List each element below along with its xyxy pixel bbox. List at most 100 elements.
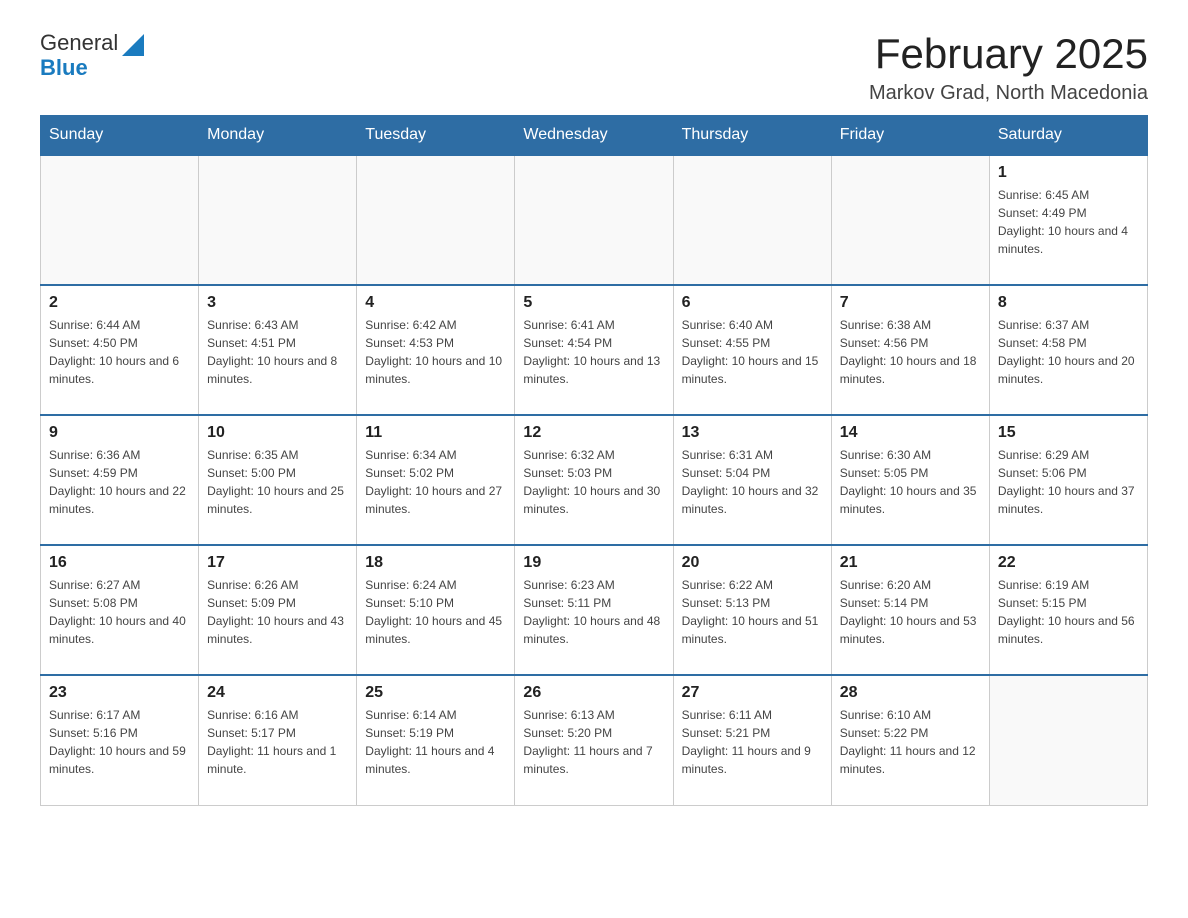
day-number: 7 (840, 294, 981, 312)
day-number: 16 (49, 554, 190, 572)
calendar-cell: 12 Sunrise: 6:32 AM Sunset: 5:03 PM Dayli… (515, 415, 673, 545)
calendar-cell: 8 Sunrise: 6:37 AM Sunset: 4:58 PM Daylig… (989, 285, 1147, 415)
calendar-cell: 18Sunrise: 6:24 AM Sunset: 5:10 PM Dayli… (357, 545, 515, 675)
logo-text-general: General (40, 31, 118, 55)
calendar-header-saturday: Saturday (989, 116, 1147, 156)
day-info: Sunrise: 6:14 AM Sunset: 5:19 PM Dayligh… (365, 706, 506, 778)
calendar-header-sunday: Sunday (41, 116, 199, 156)
day-info: Sunrise: 6:30 AM Sunset: 5:05 PM Dayligh… (840, 446, 981, 518)
calendar-week-0: 1 Sunrise: 6:45 AM Sunset: 4:49 PM Daylig… (41, 155, 1148, 285)
day-info: Sunrise: 6:43 AM Sunset: 4:51 PM Dayligh… (207, 316, 348, 388)
day-info: Sunrise: 6:31 AM Sunset: 5:04 PM Dayligh… (682, 446, 823, 518)
calendar-cell: 3 Sunrise: 6:43 AM Sunset: 4:51 PM Daylig… (199, 285, 357, 415)
month-title: February 2025 (869, 30, 1148, 78)
calendar-cell: 11 Sunrise: 6:34 AM Sunset: 5:02 PM Dayli… (357, 415, 515, 545)
day-info: Sunrise: 6:16 AM Sunset: 5:17 PM Dayligh… (207, 706, 348, 778)
page-header: General Blue February 2025 Markov Grad, … (40, 30, 1148, 105)
day-info: Sunrise: 6:22 AM Sunset: 5:13 PM Dayligh… (682, 576, 823, 648)
logo-triangle-icon (122, 34, 144, 56)
day-number: 14 (840, 424, 981, 442)
day-number: 21 (840, 554, 981, 572)
day-info: Sunrise: 6:23 AM Sunset: 5:11 PM Dayligh… (523, 576, 664, 648)
day-info: Sunrise: 6:27 AM Sunset: 5:08 PM Dayligh… (49, 576, 190, 648)
calendar-table: SundayMondayTuesdayWednesdayThursdayFrid… (40, 115, 1148, 806)
calendar-cell: 5Sunrise: 6:41 AM Sunset: 4:54 PM Daylig… (515, 285, 673, 415)
day-info: Sunrise: 6:20 AM Sunset: 5:14 PM Dayligh… (840, 576, 981, 648)
day-number: 22 (998, 554, 1139, 572)
calendar-cell: 19Sunrise: 6:23 AM Sunset: 5:11 PM Dayli… (515, 545, 673, 675)
day-info: Sunrise: 6:38 AM Sunset: 4:56 PM Dayligh… (840, 316, 981, 388)
day-number: 12 (523, 424, 664, 442)
calendar-header-row: SundayMondayTuesdayWednesdayThursdayFrid… (41, 116, 1148, 156)
calendar-cell (515, 155, 673, 285)
day-info: Sunrise: 6:10 AM Sunset: 5:22 PM Dayligh… (840, 706, 981, 778)
logo-text-blue: Blue (40, 55, 88, 80)
calendar-cell: 14 Sunrise: 6:30 AM Sunset: 5:05 PM Dayli… (831, 415, 989, 545)
day-number: 9 (49, 424, 190, 442)
day-number: 11 (365, 424, 506, 442)
calendar-cell: 6 Sunrise: 6:40 AM Sunset: 4:55 PM Daylig… (673, 285, 831, 415)
day-number: 26 (523, 684, 664, 702)
day-info: Sunrise: 6:26 AM Sunset: 5:09 PM Dayligh… (207, 576, 348, 648)
day-number: 17 (207, 554, 348, 572)
calendar-week-1: 2 Sunrise: 6:44 AM Sunset: 4:50 PM Daylig… (41, 285, 1148, 415)
calendar-cell: 23Sunrise: 6:17 AM Sunset: 5:16 PM Dayli… (41, 675, 199, 805)
day-info: Sunrise: 6:34 AM Sunset: 5:02 PM Dayligh… (365, 446, 506, 518)
calendar-cell: 22 Sunrise: 6:19 AM Sunset: 5:15 PM Dayli… (989, 545, 1147, 675)
calendar-cell: 17 Sunrise: 6:26 AM Sunset: 5:09 PM Dayli… (199, 545, 357, 675)
calendar-cell: 20 Sunrise: 6:22 AM Sunset: 5:13 PM Dayli… (673, 545, 831, 675)
calendar-cell (357, 155, 515, 285)
calendar-cell: 9 Sunrise: 6:36 AM Sunset: 4:59 PM Daylig… (41, 415, 199, 545)
day-info: Sunrise: 6:45 AM Sunset: 4:49 PM Dayligh… (998, 186, 1139, 258)
day-info: Sunrise: 6:36 AM Sunset: 4:59 PM Dayligh… (49, 446, 190, 518)
location-title: Markov Grad, North Macedonia (869, 82, 1148, 105)
day-info: Sunrise: 6:42 AM Sunset: 4:53 PM Dayligh… (365, 316, 506, 388)
calendar-header-friday: Friday (831, 116, 989, 156)
calendar-cell (989, 675, 1147, 805)
day-info: Sunrise: 6:19 AM Sunset: 5:15 PM Dayligh… (998, 576, 1139, 648)
calendar-cell: 28Sunrise: 6:10 AM Sunset: 5:22 PM Dayli… (831, 675, 989, 805)
day-number: 1 (998, 164, 1139, 182)
day-number: 13 (682, 424, 823, 442)
calendar-cell: 2 Sunrise: 6:44 AM Sunset: 4:50 PM Daylig… (41, 285, 199, 415)
calendar-cell: 25 Sunrise: 6:14 AM Sunset: 5:19 PM Dayli… (357, 675, 515, 805)
day-info: Sunrise: 6:37 AM Sunset: 4:58 PM Dayligh… (998, 316, 1139, 388)
day-info: Sunrise: 6:35 AM Sunset: 5:00 PM Dayligh… (207, 446, 348, 518)
day-number: 20 (682, 554, 823, 572)
calendar-cell: 4 Sunrise: 6:42 AM Sunset: 4:53 PM Daylig… (357, 285, 515, 415)
day-number: 23 (49, 684, 190, 702)
day-number: 4 (365, 294, 506, 312)
calendar-cell: 16 Sunrise: 6:27 AM Sunset: 5:08 PM Dayli… (41, 545, 199, 675)
day-info: Sunrise: 6:11 AM Sunset: 5:21 PM Dayligh… (682, 706, 823, 778)
logo: General Blue (40, 30, 144, 80)
calendar-header-thursday: Thursday (673, 116, 831, 156)
calendar-cell: 15 Sunrise: 6:29 AM Sunset: 5:06 PM Dayli… (989, 415, 1147, 545)
day-number: 24 (207, 684, 348, 702)
day-number: 3 (207, 294, 348, 312)
day-info: Sunrise: 6:24 AM Sunset: 5:10 PM Dayligh… (365, 576, 506, 648)
calendar-cell: 10 Sunrise: 6:35 AM Sunset: 5:00 PM Dayli… (199, 415, 357, 545)
day-info: Sunrise: 6:44 AM Sunset: 4:50 PM Dayligh… (49, 316, 190, 388)
day-number: 6 (682, 294, 823, 312)
calendar-cell (199, 155, 357, 285)
day-number: 2 (49, 294, 190, 312)
day-info: Sunrise: 6:41 AM Sunset: 4:54 PM Dayligh… (523, 316, 664, 388)
title-section: February 2025 Markov Grad, North Macedon… (869, 30, 1148, 105)
calendar-cell: 13 Sunrise: 6:31 AM Sunset: 5:04 PM Dayli… (673, 415, 831, 545)
calendar-week-2: 9 Sunrise: 6:36 AM Sunset: 4:59 PM Daylig… (41, 415, 1148, 545)
day-info: Sunrise: 6:40 AM Sunset: 4:55 PM Dayligh… (682, 316, 823, 388)
day-number: 15 (998, 424, 1139, 442)
calendar-week-4: 23Sunrise: 6:17 AM Sunset: 5:16 PM Dayli… (41, 675, 1148, 805)
calendar-cell (831, 155, 989, 285)
day-info: Sunrise: 6:32 AM Sunset: 5:03 PM Dayligh… (523, 446, 664, 518)
calendar-cell: 26 Sunrise: 6:13 AM Sunset: 5:20 PM Dayli… (515, 675, 673, 805)
calendar-header-tuesday: Tuesday (357, 116, 515, 156)
day-info: Sunrise: 6:13 AM Sunset: 5:20 PM Dayligh… (523, 706, 664, 778)
day-number: 25 (365, 684, 506, 702)
day-number: 10 (207, 424, 348, 442)
day-number: 27 (682, 684, 823, 702)
day-number: 8 (998, 294, 1139, 312)
calendar-cell (673, 155, 831, 285)
day-info: Sunrise: 6:29 AM Sunset: 5:06 PM Dayligh… (998, 446, 1139, 518)
calendar-cell: 7 Sunrise: 6:38 AM Sunset: 4:56 PM Daylig… (831, 285, 989, 415)
